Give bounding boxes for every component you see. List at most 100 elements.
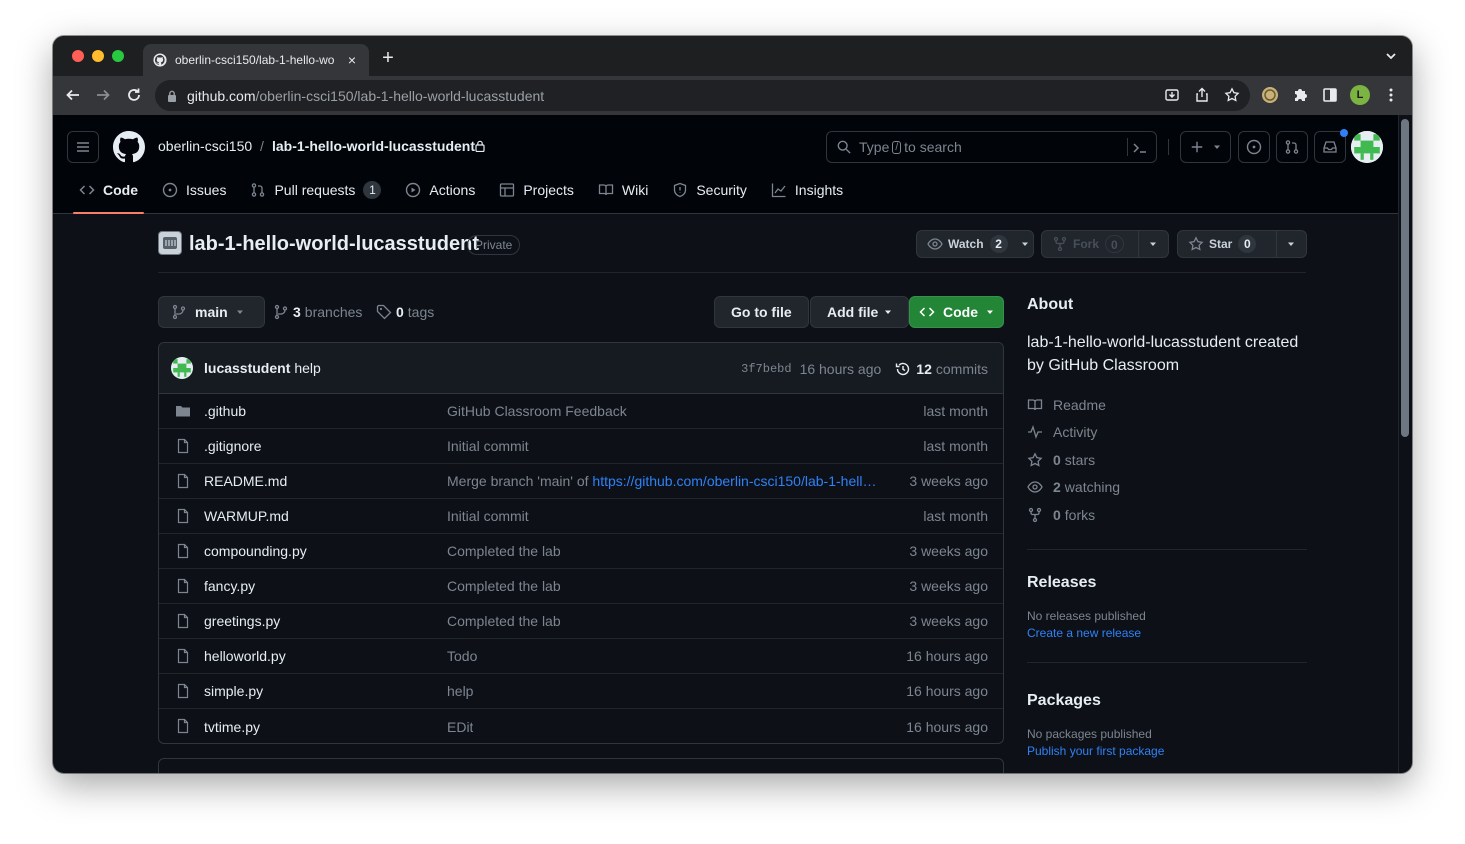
tab-actions[interactable]: Actions: [393, 175, 487, 213]
hamburger-menu-button[interactable]: [67, 131, 99, 163]
file-name[interactable]: helloworld.py: [204, 648, 286, 664]
stars-link[interactable]: 0 stars: [1027, 446, 1307, 474]
bookmark-button[interactable]: [1222, 85, 1242, 105]
tags-link[interactable]: 0 tags: [376, 304, 434, 320]
watching-link[interactable]: 2 watching: [1027, 474, 1307, 502]
close-window-button[interactable]: [72, 50, 84, 62]
add-file-button[interactable]: Add file: [810, 296, 910, 328]
commit-message[interactable]: help: [294, 360, 320, 376]
code-button[interactable]: Code: [909, 296, 1004, 328]
maximize-window-button[interactable]: [112, 50, 124, 62]
tab-code[interactable]: Code: [67, 175, 150, 214]
tab-close-icon[interactable]: ×: [345, 52, 359, 68]
browser-menu-button[interactable]: [1381, 85, 1401, 105]
browser-tab[interactable]: oberlin-csci150/lab-1-hello-wo ×: [143, 44, 369, 76]
file-name[interactable]: simple.py: [204, 683, 263, 699]
commits-history-link[interactable]: 12 commits: [895, 361, 988, 377]
fork-dropdown[interactable]: [1138, 231, 1166, 257]
file-commit-message[interactable]: GitHub Classroom Feedback: [447, 403, 627, 419]
tab-insights[interactable]: Insights: [759, 175, 855, 213]
file-commit-message[interactable]: Completed the lab: [447, 543, 561, 559]
file-name[interactable]: fancy.py: [204, 578, 255, 594]
file-row[interactable]: .github GitHub Classroom Feedback last m…: [159, 394, 1003, 429]
repo-name[interactable]: lab-1-hello-world-lucasstudent: [189, 233, 479, 256]
fork-button-group: Fork 0: [1041, 230, 1169, 258]
tab-issues[interactable]: Issues: [150, 175, 238, 213]
commit-sha[interactable]: 3f7bebd: [741, 362, 791, 376]
branch-selector[interactable]: main: [158, 296, 265, 328]
create-new-button[interactable]: [1180, 131, 1231, 163]
file-commit-message[interactable]: Todo: [447, 648, 477, 664]
share-button[interactable]: [1192, 85, 1212, 105]
file-commit-message[interactable]: Completed the lab: [447, 578, 561, 594]
tab-wiki[interactable]: Wiki: [586, 175, 660, 213]
file-row[interactable]: fancy.py Completed the lab 3 weeks ago: [159, 569, 1003, 604]
file-row[interactable]: greetings.py Completed the lab 3 weeks a…: [159, 604, 1003, 639]
packages-heading[interactable]: Packages: [1027, 692, 1307, 710]
file-commit-message[interactable]: Completed the lab: [447, 613, 561, 629]
back-button[interactable]: [63, 85, 83, 105]
file-name[interactable]: WARMUP.md: [204, 508, 289, 524]
file-commit-message[interactable]: EDit: [447, 719, 473, 735]
watch-button[interactable]: Watch 2: [917, 231, 1018, 257]
inbox-icon: [1323, 141, 1337, 153]
file-row[interactable]: helloworld.py Todo 16 hours ago: [159, 639, 1003, 674]
file-commit-message[interactable]: Initial commit: [447, 508, 529, 524]
file-name[interactable]: .github: [204, 403, 246, 419]
readme-link[interactable]: Readme: [1027, 391, 1307, 419]
file-row[interactable]: compounding.py Completed the lab 3 weeks…: [159, 534, 1003, 569]
pull-requests-button[interactable]: [1276, 131, 1308, 163]
star-button[interactable]: Star 0: [1178, 231, 1276, 257]
inbox-button[interactable]: [1314, 129, 1348, 163]
file-row[interactable]: README.md Merge branch 'main' of https:/…: [159, 464, 1003, 499]
file-name[interactable]: tvtime.py: [204, 719, 260, 735]
extensions-menu-button[interactable]: [1290, 85, 1310, 105]
install-app-button[interactable]: [1162, 85, 1182, 105]
command-palette-icon[interactable]: [1132, 140, 1148, 156]
side-panel-button[interactable]: [1320, 85, 1340, 105]
commit-message-link[interactable]: https://github.com/oberlin-csci150/lab-1…: [592, 473, 876, 489]
github-logo-icon[interactable]: [113, 131, 145, 163]
user-avatar[interactable]: [1351, 131, 1383, 163]
forward-button[interactable]: [93, 85, 113, 105]
branches-link[interactable]: 3 branches: [273, 304, 362, 320]
publish-package-link[interactable]: Publish your first package: [1027, 744, 1307, 758]
address-bar[interactable]: github.com/oberlin-csci150/lab-1-hello-w…: [155, 80, 1250, 111]
commit-author[interactable]: lucasstudent: [204, 360, 290, 376]
reload-button[interactable]: [124, 85, 144, 105]
new-tab-button[interactable]: +: [378, 47, 398, 70]
file-name[interactable]: .gitignore: [204, 438, 262, 454]
file-name[interactable]: greetings.py: [204, 613, 280, 629]
watch-dropdown[interactable]: [1018, 231, 1033, 257]
fork-button[interactable]: Fork 0: [1042, 231, 1138, 257]
file-row[interactable]: simple.py help 16 hours ago: [159, 674, 1003, 709]
releases-heading[interactable]: Releases: [1027, 574, 1307, 592]
issues-button[interactable]: [1238, 131, 1270, 163]
browser-profile-avatar[interactable]: L: [1350, 85, 1370, 105]
chevron-down-icon[interactable]: [1384, 49, 1398, 63]
scrollbar-thumb[interactable]: [1401, 119, 1409, 437]
create-release-link[interactable]: Create a new release: [1027, 626, 1307, 640]
star-icon: [1027, 452, 1043, 467]
file-row[interactable]: tvtime.py EDit 16 hours ago: [159, 709, 1003, 743]
extension-button[interactable]: [1260, 85, 1280, 105]
tab-projects[interactable]: Projects: [487, 175, 586, 213]
author-avatar[interactable]: [171, 357, 193, 379]
minimize-window-button[interactable]: [92, 50, 104, 62]
star-list-dropdown[interactable]: [1276, 231, 1304, 257]
go-to-file-button[interactable]: Go to file: [714, 296, 809, 328]
file-commit-message[interactable]: Merge branch 'main' of https://github.co…: [447, 473, 876, 489]
file-commit-message[interactable]: help: [447, 683, 473, 699]
file-commit-message[interactable]: Initial commit: [447, 438, 529, 454]
tab-security[interactable]: Security: [660, 175, 759, 213]
activity-link[interactable]: Activity: [1027, 419, 1307, 447]
file-row[interactable]: WARMUP.md Initial commit last month: [159, 499, 1003, 534]
tab-pull-requests[interactable]: Pull requests 1: [238, 175, 393, 213]
file-row[interactable]: .gitignore Initial commit last month: [159, 429, 1003, 464]
file-name[interactable]: compounding.py: [204, 543, 307, 559]
search-input[interactable]: Type / to search: [826, 131, 1157, 163]
repo-link[interactable]: lab-1-hello-world-lucasstudent: [272, 138, 475, 154]
file-name[interactable]: README.md: [204, 473, 287, 489]
forks-link[interactable]: 0 forks: [1027, 501, 1307, 529]
owner-link[interactable]: oberlin-csci150: [158, 138, 252, 154]
